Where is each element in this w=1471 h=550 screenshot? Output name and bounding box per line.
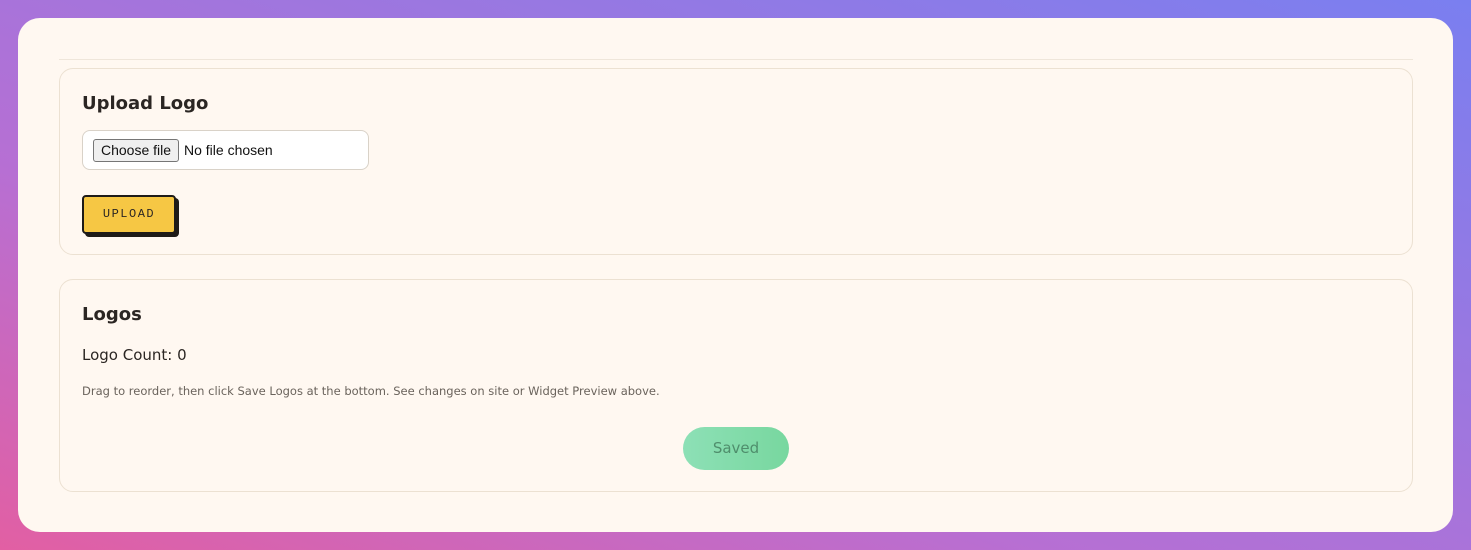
logo-count: Logo Count: 0 — [82, 346, 187, 364]
upload-logo-title: Upload Logo — [82, 93, 209, 114]
settings-card: Upload Logo Choose file No file chosen U… — [18, 18, 1453, 532]
file-input[interactable]: Choose file No file chosen — [82, 130, 369, 170]
save-logos-button[interactable]: Saved — [683, 427, 789, 470]
file-status-text: No file chosen — [184, 142, 273, 158]
choose-file-button[interactable]: Choose file — [93, 139, 180, 162]
logos-panel: Logos Logo Count: 0 Drag to reorder, the… — [59, 279, 1413, 492]
logos-title: Logos — [82, 304, 142, 325]
upload-logo-panel: Upload Logo Choose file No file chosen U… — [59, 68, 1413, 255]
divider — [59, 59, 1413, 60]
upload-button[interactable]: UPLOAD — [82, 195, 176, 234]
reorder-hint: Drag to reorder, then click Save Logos a… — [82, 384, 660, 398]
